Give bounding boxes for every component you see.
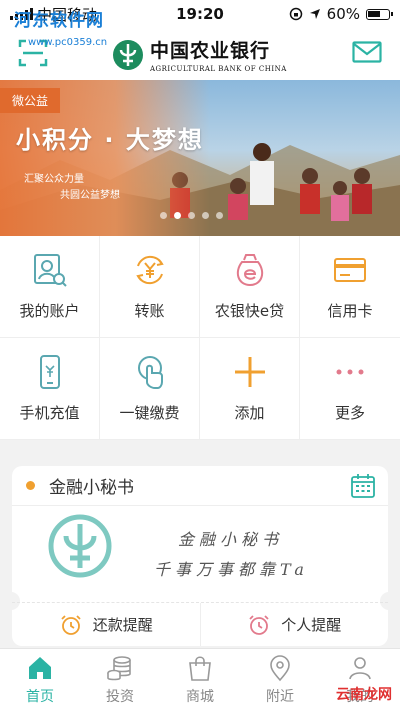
quick-action-e-loan[interactable]: 农银快e贷 <box>200 236 300 338</box>
banner-dot[interactable] <box>160 212 167 219</box>
battery-percent: 60% <box>326 5 360 23</box>
card-header: 金融小秘书 <box>12 466 388 506</box>
watermark-title: 河东软件网 <box>14 11 104 31</box>
banner-dot[interactable] <box>202 212 209 219</box>
abc-logo-large-icon <box>48 514 112 578</box>
tab-home[interactable]: 首页 <box>0 649 80 710</box>
calendar-icon[interactable] <box>350 473 376 499</box>
repayment-reminder-button[interactable]: 还款提醒 <box>12 603 200 646</box>
personal-reminder-label: 个人提醒 <box>281 616 342 634</box>
status-right: 60% <box>240 5 393 23</box>
quick-action-more[interactable]: 更多 <box>300 338 400 440</box>
quick-action-add[interactable]: 添加 <box>200 338 300 440</box>
quick-action-label: 手机充值 <box>19 404 80 422</box>
rotation-lock-icon <box>289 7 302 21</box>
coins-icon <box>107 655 131 680</box>
tab-mall[interactable]: 商城 <box>160 649 240 710</box>
alarm-clock-icon <box>249 614 269 635</box>
location-pin-icon <box>270 654 290 681</box>
banner-dot[interactable] <box>216 212 223 219</box>
credit-card-icon <box>334 258 366 282</box>
banner-pagination <box>160 212 223 219</box>
financial-secretary-card[interactable]: 金融小秘书 金融小秘书 千事万事都靠Ta 还款提醒 个人提醒 <box>2 466 398 646</box>
battery-icon <box>366 8 393 20</box>
tab-label: 投资 <box>106 688 134 705</box>
mail-icon[interactable] <box>352 41 382 63</box>
quick-action-label: 添加 <box>234 404 265 422</box>
quick-action-credit-card[interactable]: 信用卡 <box>300 236 400 338</box>
repayment-reminder-label: 还款提醒 <box>92 616 153 634</box>
tab-invest[interactable]: 投资 <box>80 649 160 710</box>
quick-action-label: 信用卡 <box>327 302 373 320</box>
banner-dot[interactable] <box>174 212 181 219</box>
e-loan-icon <box>236 254 263 287</box>
tab-label: 附近 <box>266 688 294 705</box>
banner-subtitle-2: 共圆公益梦想 <box>60 190 120 201</box>
card-title: 金融小秘书 <box>49 478 134 498</box>
watermark-url: www.pc0359.cn <box>28 37 108 48</box>
quick-action-my-account[interactable]: 我的账户 <box>0 236 100 338</box>
transfer-yuan-icon <box>135 255 164 285</box>
bank-logo: 中国农业银行 AGRICULTURAL BANK OF CHINA <box>112 36 287 73</box>
logo-cn-text: 中国农业银行 <box>150 40 271 62</box>
quick-action-one-tap-pay[interactable]: 一键缴费 <box>100 338 200 440</box>
plus-icon <box>234 357 265 387</box>
banner-tag: 微公益 <box>0 88 61 113</box>
card-footer: 还款提醒 个人提醒 <box>12 602 388 646</box>
banner-subtitle-1: 汇聚公众力量 <box>24 174 84 185</box>
phone-topup-icon <box>39 355 60 389</box>
tab-label: 商城 <box>186 688 214 705</box>
alarm-clock-icon <box>61 614 81 635</box>
personal-reminder-button[interactable]: 个人提醒 <box>199 603 389 646</box>
tab-nearby[interactable]: 附近 <box>240 649 320 710</box>
quick-action-label: 更多 <box>334 404 365 422</box>
tap-pay-icon <box>137 356 163 389</box>
quick-actions-grid: 我的账户 转账 农银快e贷 信用卡 手机充值 一键缴费 添加 更多 <box>0 236 400 440</box>
card-dot <box>26 481 35 490</box>
banner-dot[interactable] <box>188 212 195 219</box>
quick-action-label: 转账 <box>134 302 165 320</box>
more-dots-icon <box>336 369 364 375</box>
card-body: 金融小秘书 千事万事都靠Ta <box>12 506 388 602</box>
status-time: 19:20 <box>176 5 224 23</box>
logo-en-text: AGRICULTURAL BANK OF CHINA <box>150 65 287 73</box>
quick-action-transfer[interactable]: 转账 <box>100 236 200 338</box>
corner-watermark: 云南龙网 <box>336 687 392 703</box>
tab-label: 首页 <box>26 688 54 705</box>
quick-action-phone-topup[interactable]: 手机充值 <box>0 338 100 440</box>
abc-logo-icon <box>113 39 143 70</box>
user-icon <box>349 656 371 679</box>
site-watermark: 河东软件网 www.pc0359.cn <box>14 6 107 48</box>
account-search-icon <box>33 254 67 287</box>
shopping-bag-icon <box>189 655 211 681</box>
handwriting-line-2: 千事万事都靠Ta <box>154 560 309 579</box>
home-icon <box>29 656 51 679</box>
banner-title: 小积分 · 大梦想 <box>16 126 204 154</box>
quick-action-label: 一键缴费 <box>119 404 180 422</box>
quick-action-label: 我的账户 <box>19 302 80 320</box>
handwriting-line-1: 金融小秘书 <box>178 530 284 549</box>
location-arrow-icon <box>309 9 320 19</box>
quick-action-label: 农银快e贷 <box>214 302 285 320</box>
